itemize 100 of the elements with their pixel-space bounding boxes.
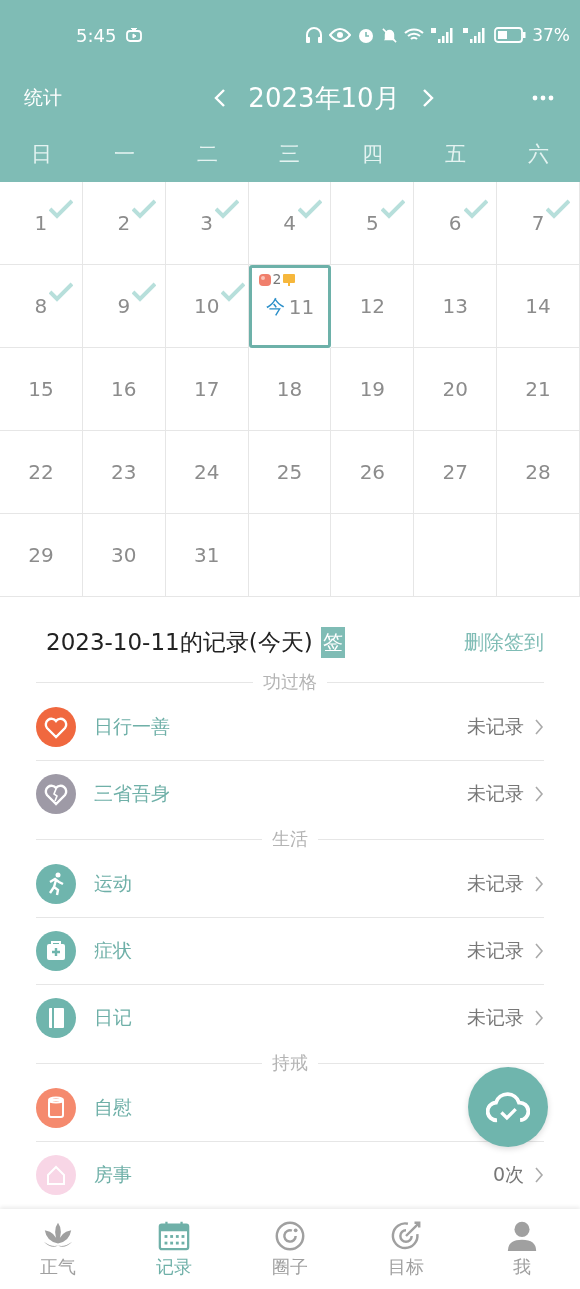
day-cell[interactable]: 2 今 11 <box>248 265 332 348</box>
tv-icon <box>126 28 143 42</box>
day-number: 21 <box>525 377 551 401</box>
day-number: 28 <box>525 460 551 484</box>
chevron-icon[interactable] <box>534 718 544 736</box>
record-value: 未记录 <box>467 781 524 806</box>
weekday-label: 二 <box>195 141 219 168</box>
day-cell[interactable]: 3 <box>165 182 249 265</box>
day-number: 3 <box>200 211 213 235</box>
weekday-label: 六 <box>527 141 551 168</box>
chevron-icon[interactable] <box>534 875 544 893</box>
weekday-label: 四 <box>361 141 385 168</box>
day-number: 8 <box>34 294 48 318</box>
day-number: 11 <box>288 294 315 319</box>
day-cell[interactable]: 15 <box>0 348 83 431</box>
day-cell[interactable]: 16 <box>82 348 166 431</box>
headphones-icon <box>305 26 324 44</box>
more-icon[interactable] <box>532 95 554 101</box>
day-cell[interactable]: 19 <box>331 348 415 431</box>
day-cell[interactable]: 17 <box>165 348 249 431</box>
day-number: 22 <box>28 460 54 484</box>
cloud-sync-button[interactable] <box>468 1067 548 1147</box>
chevron-icon[interactable] <box>534 785 544 803</box>
day-cell[interactable]: 2 <box>82 182 166 265</box>
day-cell[interactable]: 1 <box>0 182 83 265</box>
section-title: 持戒 <box>272 1051 308 1075</box>
check-icon <box>49 199 74 219</box>
day-cell[interactable]: 25 <box>248 431 332 514</box>
day-cell[interactable]: 21 <box>497 348 580 431</box>
chevron-icon[interactable] <box>534 1166 544 1184</box>
check-icon <box>215 199 239 219</box>
day-number: 9 <box>117 294 131 318</box>
weekday-label: 五 <box>444 141 468 168</box>
day-cell[interactable]: 27 <box>414 431 498 514</box>
section-title: 生活 <box>272 827 308 851</box>
day-number: 29 <box>28 543 54 567</box>
day-number: 25 <box>276 460 303 484</box>
day-number: 6 <box>448 211 462 235</box>
day-cell[interactable]: 14 <box>497 265 580 348</box>
nav-tab[interactable]: 正气 <box>0 1209 116 1289</box>
day-cell[interactable]: 5 <box>331 182 415 265</box>
previous-icon[interactable] <box>214 88 227 108</box>
nav-tab[interactable]: 圈子 <box>232 1209 348 1289</box>
chevron-icon[interactable] <box>534 1009 544 1027</box>
day-cell[interactable]: 29 <box>0 514 83 597</box>
day-number: 16 <box>111 377 137 401</box>
record-label: 日行一善 <box>94 714 170 739</box>
today-label: 今 <box>265 293 285 319</box>
check-icon <box>49 282 74 302</box>
calendar-icon <box>157 1219 191 1253</box>
record-label: 症状 <box>94 938 132 963</box>
day-cell[interactable]: 4 <box>248 182 332 265</box>
day-number: 27 <box>442 460 468 484</box>
day-number: 31 <box>193 543 220 567</box>
check-icon <box>297 199 322 219</box>
nav-tab[interactable]: 记录 <box>116 1209 232 1289</box>
sign-badge: 签 <box>320 627 345 658</box>
record-label: 自慰 <box>94 1095 132 1120</box>
day-number: 17 <box>193 377 220 401</box>
day-cell[interactable]: 26 <box>331 431 415 514</box>
alarm-icon <box>357 26 376 44</box>
day-number: 20 <box>442 377 468 401</box>
check-icon <box>132 282 157 302</box>
nav-tab[interactable]: 我 <box>464 1209 580 1289</box>
record-label: 运动 <box>94 871 132 896</box>
check-icon <box>380 199 405 219</box>
day-cell[interactable]: 20 <box>414 348 498 431</box>
day-cell[interactable]: 8 <box>0 265 83 348</box>
next-icon[interactable] <box>421 88 434 108</box>
month-title: 2023年10月 <box>248 81 400 115</box>
day-cell[interactable]: 12 <box>331 265 415 348</box>
day-cell[interactable]: 6 <box>414 182 498 265</box>
day-cell[interactable]: 22 <box>0 431 83 514</box>
check-icon <box>463 199 488 219</box>
monitor-icon <box>282 273 297 287</box>
day-cell[interactable]: 18 <box>248 348 332 431</box>
statistics-link[interactable]: 统计 <box>24 85 154 111</box>
day-cell[interactable]: 24 <box>165 431 249 514</box>
ring-icon <box>273 1219 307 1253</box>
day-cell[interactable]: 28 <box>497 431 580 514</box>
day-number: 19 <box>359 377 386 401</box>
day-cell[interactable]: 31 <box>165 514 249 597</box>
person-icon <box>505 1219 539 1253</box>
delete-link[interactable]: 删除签到 <box>464 629 544 656</box>
day-number: 12 <box>359 294 386 318</box>
nav-tab[interactable]: 目标 <box>348 1209 464 1289</box>
day-cell[interactable]: 10 <box>165 265 249 348</box>
day-number: 15 <box>28 377 54 401</box>
day-cell[interactable]: 13 <box>414 265 498 348</box>
record-value: 0次 <box>492 1162 524 1187</box>
day-cell[interactable]: 7 <box>497 182 580 265</box>
weekday-label: 一 <box>112 141 136 168</box>
day-number: 4 <box>283 211 296 235</box>
chevron-icon[interactable] <box>534 942 544 960</box>
day-cell[interactable]: 23 <box>82 431 166 514</box>
check-icon <box>221 282 246 302</box>
day-cell[interactable]: 30 <box>82 514 166 597</box>
eye-icon <box>329 28 352 42</box>
day-cell[interactable]: 9 <box>82 265 166 348</box>
cloud-check-icon <box>486 1089 530 1125</box>
